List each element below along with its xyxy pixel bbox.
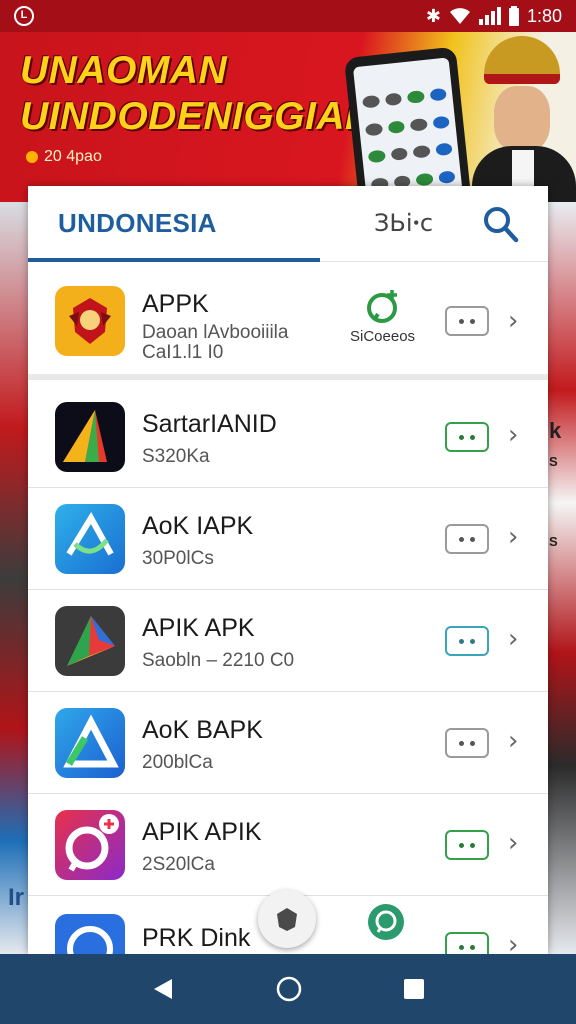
tab-indonesia[interactable]: UNDONESIA bbox=[58, 208, 217, 239]
chevron-right-icon[interactable]: › bbox=[508, 522, 518, 552]
status-icons: ✱ 1:80 bbox=[426, 6, 562, 27]
chevron-right-icon[interactable]: › bbox=[508, 306, 518, 336]
app-name: APIK APK bbox=[142, 614, 255, 642]
battery-icon bbox=[508, 6, 519, 26]
app-list-sheet: UNDONESIA ЗЬіꞏс APPK Daoan lAvbooiiila C… bbox=[28, 186, 548, 954]
toggle-button[interactable] bbox=[445, 306, 489, 336]
app-icon bbox=[55, 504, 125, 574]
app-size: S320Ka bbox=[142, 446, 210, 467]
app-name: APIK APIK bbox=[142, 818, 262, 846]
top-bar: UNDONESIA ЗЬіꞏс bbox=[28, 186, 548, 262]
app-icon bbox=[55, 402, 125, 472]
toggle-button[interactable] bbox=[445, 626, 489, 656]
app-name: AoK BAPK bbox=[142, 716, 263, 744]
status-bar: L ✱ 1:80 bbox=[0, 0, 576, 32]
list-item[interactable]: APIK APIK 2S20lCa › bbox=[28, 794, 548, 896]
app-icon bbox=[55, 606, 125, 676]
app-name: SartarIANID bbox=[142, 410, 277, 438]
chevron-right-icon[interactable]: › bbox=[508, 420, 518, 450]
app-name: APPK bbox=[142, 290, 209, 318]
list-item[interactable]: AoK IAPK 30P0lCs › bbox=[28, 488, 548, 590]
chevron-right-icon[interactable]: › bbox=[508, 726, 518, 756]
featured-app-row[interactable]: APPK Daoan lAvbooiiila CaI1.l1 I0 SiCoee… bbox=[28, 262, 548, 380]
home-icon[interactable] bbox=[275, 975, 303, 1003]
app-icon bbox=[55, 810, 125, 880]
signal-icon bbox=[478, 7, 501, 25]
clock: 1:80 bbox=[526, 5, 562, 26]
app-name: PRK Dink bbox=[142, 924, 251, 952]
toggle-button[interactable] bbox=[445, 728, 489, 758]
app-icon bbox=[55, 914, 125, 954]
chat-icon[interactable] bbox=[366, 902, 406, 942]
banner-subtitle-text: 20 4pao bbox=[44, 148, 102, 165]
background-text-k: k bbox=[549, 418, 562, 443]
character-illustration bbox=[466, 36, 576, 202]
app-icon bbox=[55, 708, 125, 778]
app-size: Saobln – 2210 C0 bbox=[142, 650, 295, 671]
banner-subtitle: 20 4pao bbox=[26, 148, 102, 166]
notification-icon: L bbox=[14, 6, 34, 26]
app-size: CaI1.l1 I0 bbox=[142, 342, 224, 363]
map-pin-icon bbox=[277, 908, 297, 931]
toggle-button[interactable] bbox=[445, 422, 489, 452]
background-left-strip bbox=[0, 202, 28, 954]
list-item[interactable]: SartarIANID S320Ka › bbox=[28, 386, 548, 488]
banner-title: UNAOMAN UINDODENIGGIAI bbox=[20, 48, 356, 140]
bluetooth-icon: ✱ bbox=[425, 5, 441, 27]
list-item[interactable]: APIK APK Saobln – 2210 C0 › bbox=[28, 590, 548, 692]
banner-title-line1: UNAOMAN bbox=[20, 49, 228, 92]
app-name: AoK IAPK bbox=[142, 512, 254, 540]
hero-banner[interactable]: UNAOMAN UINDODENIGGIAI 20 4pao bbox=[0, 32, 576, 202]
list-item[interactable]: AoK BAPK 200blCa › bbox=[28, 692, 548, 794]
toggle-button[interactable] bbox=[445, 524, 489, 554]
background-right-strip bbox=[548, 202, 576, 954]
floating-action-button[interactable] bbox=[258, 890, 316, 948]
wifi-icon bbox=[449, 8, 470, 24]
chevron-right-icon[interactable]: › bbox=[508, 624, 518, 654]
chevron-right-icon[interactable]: › bbox=[508, 828, 518, 858]
back-icon[interactable] bbox=[150, 976, 176, 1002]
background-text-s1: S bbox=[549, 454, 558, 469]
app-description: Daoan lAvbooiiila bbox=[142, 322, 289, 343]
recents-icon[interactable] bbox=[402, 977, 426, 1001]
toggle-button[interactable] bbox=[445, 830, 489, 860]
navigation-bar bbox=[0, 954, 576, 1024]
banner-title-line2: UINDODENIGGIAI bbox=[20, 95, 357, 138]
toggle-button[interactable] bbox=[445, 932, 489, 954]
app-size: 2S20lCa bbox=[142, 854, 215, 875]
garuda-app-icon bbox=[55, 286, 125, 356]
app-size: 30P0lCs bbox=[142, 548, 214, 569]
chevron-right-icon[interactable]: › bbox=[508, 930, 518, 954]
background-text-s2: S bbox=[549, 534, 558, 549]
phone-illustration bbox=[343, 46, 473, 202]
share-label: SiCoeeos bbox=[350, 328, 416, 345]
app-size: 200blCa bbox=[142, 752, 213, 773]
search-icon[interactable] bbox=[480, 204, 520, 244]
share-icon[interactable] bbox=[364, 286, 404, 326]
background-text-in: Ir bbox=[8, 884, 25, 911]
coin-icon bbox=[26, 151, 38, 163]
language-button[interactable]: ЗЬіꞏс bbox=[374, 206, 433, 239]
